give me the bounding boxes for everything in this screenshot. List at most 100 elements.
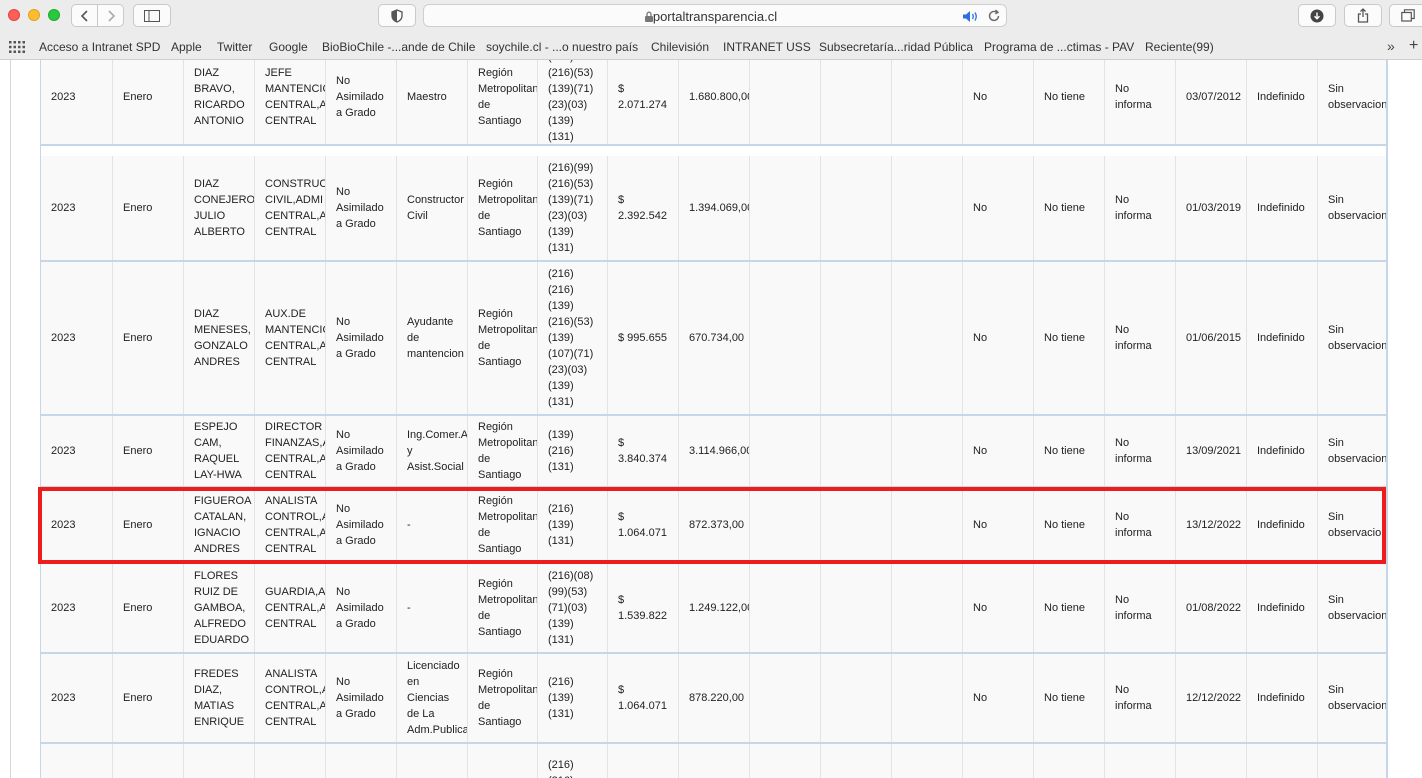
more-bookmarks-button[interactable]: » — [1387, 38, 1395, 54]
address-bar[interactable]: portaltransparencia.cl — [423, 4, 1007, 27]
cell-codes: (216)(99) (216)(53) (139)(71) (23)(03) (… — [537, 156, 607, 260]
bookmark-item[interactable]: Subsecretaría...ridad Pública — [819, 40, 973, 54]
cell-inform: No informa — [1104, 60, 1175, 144]
cell-inform: No informa — [1104, 564, 1175, 652]
cell-text: 01/08/2022 — [1186, 602, 1242, 614]
cell-codes: (216) (216) — [537, 744, 607, 778]
table-row: 2023 Enero DIAZ BRAVO, RICARDO ANTONIO JEFE… — [41, 60, 1387, 146]
bookmark-item[interactable]: INTRANET USS — [723, 40, 811, 54]
cell-year: 2023 — [41, 564, 112, 652]
tab-overview-button[interactable] — [1389, 4, 1422, 27]
cell-text: DIAZ MENESES, GONZALO ANDRES — [194, 308, 251, 368]
bookmark-item[interactable]: Apple — [171, 40, 202, 54]
browser-toolbar: portaltransparencia.cl Acceso a Intranet… — [0, 0, 1422, 60]
cell-codes: (216) (216)(53) (139)(71) (23)(03) (139)… — [537, 60, 607, 144]
cell-profession: Ing.Comer.A y Asist.Social — [396, 416, 467, 486]
cell-text: No — [973, 91, 988, 103]
cell-c2 — [820, 60, 891, 144]
cell-role: ANALISTA CONTROL,A CENTRAL,A CENTRAL — [254, 488, 325, 562]
cell-month: Enero — [112, 488, 183, 562]
cell-year: 2023 — [41, 262, 112, 414]
cell-inform: No informa — [1104, 416, 1175, 486]
cell-gross: $ 1.064.071 — [607, 654, 678, 742]
cell-text: $ 3.840.374 — [618, 437, 667, 465]
bookmark-item[interactable]: Acceso a Intranet SPD — [39, 40, 160, 54]
cell-overtime: No — [962, 416, 1033, 486]
cell-profession: Maestro — [396, 60, 467, 144]
table-row: 2023 Enero FIGUEROA CATALAN, IGNACIO ANDRE… — [41, 488, 1387, 564]
cell-text: Enero — [123, 202, 153, 214]
cell-text: 13/12/2022 — [1186, 519, 1242, 531]
cell-region: Región Metropolitan de Santiago — [467, 60, 537, 144]
cell-text: JEFE MANTENCIO CENTRAL,A CENTRAL — [265, 67, 325, 127]
bookmark-item[interactable]: BioBioChile -...ande de Chile — [322, 40, 475, 54]
cell-inform: No informa — [1104, 262, 1175, 414]
cell-text: No informa — [1115, 684, 1152, 712]
close-window-button[interactable] — [8, 9, 20, 21]
cell-text: 2023 — [51, 332, 76, 344]
cell-region: Región Metropolitan de Santiago — [467, 416, 537, 486]
cell-text: (216) (216) (139) (216)(53) (139) (107)(… — [548, 268, 594, 408]
cell-text: (216)(99) (216)(53) (139)(71) (23)(03) (… — [548, 162, 594, 254]
cell-c2 — [820, 156, 891, 260]
bookmark-item[interactable]: Google — [269, 40, 308, 54]
minimize-window-button[interactable] — [28, 9, 40, 21]
shield-icon — [391, 8, 403, 23]
cell-text: No Asimilado a Grado — [336, 75, 384, 119]
cell-c1 — [749, 744, 820, 778]
cell-obs: Sin observacion — [1317, 60, 1387, 144]
reload-icon[interactable] — [987, 9, 1001, 23]
cell-text: Enero — [123, 602, 153, 614]
cell-gross: $ 1.539.822 — [607, 564, 678, 652]
bookmark-item[interactable]: Chilevisión — [651, 40, 709, 54]
chevron-left-icon — [80, 9, 88, 22]
cell-text: Región Metropolitan de Santiago — [478, 67, 537, 127]
cell-profession: Licenciado en Ciencias de La Adm.Publica — [396, 654, 467, 742]
cell-text: Enero — [123, 445, 153, 457]
bookmark-item[interactable]: Programa de ...ctimas - PAV — [984, 40, 1134, 54]
address-text: portaltransparencia.cl — [652, 9, 778, 24]
cell-month: Enero — [112, 416, 183, 486]
bookmark-item[interactable]: Reciente(99) — [1145, 40, 1214, 54]
cell-name: ESPEJO CAM, RAQUEL LAY-HWA — [183, 416, 254, 486]
forward-button[interactable] — [97, 4, 124, 27]
cell-start: 12/12/2022 — [1175, 654, 1246, 742]
sidebar-toggle-button[interactable] — [133, 4, 171, 27]
cell-gross: $ 1.064.071 — [607, 488, 678, 562]
cell-year: 2023 — [41, 654, 112, 742]
cell-gross — [607, 744, 678, 778]
cell-text: $ 2.392.542 — [618, 194, 667, 222]
cell-extra: No tiene — [1033, 416, 1104, 486]
page-left-border — [10, 60, 11, 778]
downloads-button[interactable] — [1298, 4, 1336, 27]
cell-text: No Asimilado a Grado — [336, 186, 384, 230]
cell-text: No informa — [1115, 594, 1152, 622]
cell-text: (216)(08) (99)(53) (71)(03) (139) (131) — [548, 570, 594, 646]
cell-text: Región Metropolitan de Santiago — [478, 308, 537, 368]
table-row: (216) (216) — [41, 744, 1387, 778]
bookmark-item[interactable]: Twitter — [217, 40, 252, 54]
cell-text: Enero — [123, 692, 153, 704]
speaker-icon[interactable] — [962, 10, 980, 23]
cell-region: Región Metropolitan de Santiago — [467, 262, 537, 414]
page-content: 2023 Enero DIAZ BRAVO, RICARDO ANTONIO JEFE… — [0, 60, 1422, 778]
back-button[interactable] — [71, 4, 98, 27]
cell-region: Región Metropolitan de Santiago — [467, 488, 537, 562]
cell-month — [112, 744, 183, 778]
cell-region: Región Metropolitan de Santiago — [467, 156, 537, 260]
cell-text: No Asimilado a Grado — [336, 586, 384, 630]
zoom-window-button[interactable] — [48, 9, 60, 21]
new-tab-button[interactable]: + — [1409, 37, 1418, 55]
cell-text: Sin observacion — [1328, 324, 1387, 352]
cell-year: 2023 — [41, 60, 112, 144]
share-button[interactable] — [1344, 4, 1382, 27]
cell-text: 01/06/2015 — [1186, 332, 1242, 344]
cell-text: 3.114.966,00 — [689, 445, 749, 457]
privacy-report-button[interactable] — [378, 4, 416, 27]
bookmark-item[interactable]: soychile.cl - ...o nuestro país — [486, 40, 638, 54]
grid-icon[interactable] — [9, 41, 25, 53]
cell-c1 — [749, 60, 820, 144]
cell-c1 — [749, 654, 820, 742]
cell-role: ANALISTA CONTROL,A CENTRAL,A CENTRAL — [254, 654, 325, 742]
table-row: 2023 Enero FLORES RUIZ DE GAMBOA, ALFREDO … — [41, 564, 1387, 654]
